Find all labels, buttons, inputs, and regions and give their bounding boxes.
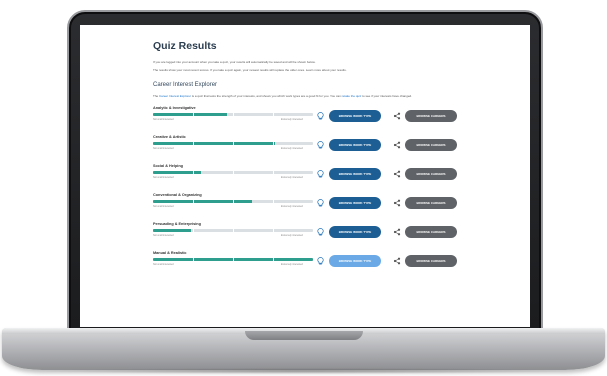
scale-low-label: Not at all interested (153, 234, 174, 237)
share-icon[interactable] (393, 141, 401, 149)
score-bar-tick (193, 200, 194, 203)
share-icon[interactable] (393, 199, 401, 207)
category-label: Persuading & Enterprising (153, 222, 201, 226)
scale-high-label: Extremely interested (281, 176, 303, 179)
score-bar-tick (193, 142, 194, 145)
lightbulb-icon[interactable] (317, 257, 324, 265)
score-bar-tick (233, 258, 234, 261)
score-bar (153, 142, 313, 145)
browse-careers-button[interactable]: BROWSE CAREERS (405, 139, 457, 151)
intro-text-2: The results show your most recent scores… (153, 68, 347, 72)
browse-work-type-button[interactable]: BROWSE WORK TYPE (329, 255, 381, 267)
result-row: Analytic & Investigative Not at all inte… (153, 106, 465, 135)
browse-careers-button[interactable]: BROWSE CAREERS (405, 255, 457, 267)
score-bar-tick (193, 171, 194, 174)
laptop-hinge-notch (245, 331, 363, 340)
score-bar-tick (193, 113, 194, 116)
section-description: The Career Interest Explorer is a quiz t… (153, 94, 413, 98)
browse-careers-button[interactable]: BROWSE CAREERS (405, 168, 457, 180)
scale-high-label: Extremely interested (281, 118, 303, 121)
browse-work-type-button[interactable]: BROWSE WORK TYPE (329, 139, 381, 151)
category-label: Conventional & Organizing (153, 193, 202, 197)
scale-low-label: Not at all interested (153, 118, 174, 121)
share-icon[interactable] (393, 170, 401, 178)
browse-work-type-button[interactable]: BROWSE WORK TYPE (329, 110, 381, 122)
category-label: Manual & Realistic (153, 251, 187, 255)
scale-high-label: Extremely interested (281, 147, 303, 150)
browse-work-type-button[interactable]: BROWSE WORK TYPE (329, 197, 381, 209)
browse-careers-button[interactable]: BROWSE CAREERS (405, 110, 457, 122)
browse-work-type-button[interactable]: BROWSE WORK TYPE (329, 226, 381, 238)
intro-text-1: If you are logged into your account when… (153, 60, 316, 64)
scale-low-label: Not at all interested (153, 147, 174, 150)
score-bar-tick (273, 258, 274, 261)
score-bar-tick (233, 113, 234, 116)
category-label: Creative & Artistic (153, 135, 186, 139)
result-row: Manual & Realistic Not at all interested… (153, 251, 465, 280)
score-bar-tick (273, 113, 274, 116)
score-bar-tick (233, 229, 234, 232)
score-bar-fill (153, 113, 227, 116)
lightbulb-icon[interactable] (317, 141, 324, 149)
section-title: Career Interest Explorer (153, 82, 218, 88)
result-row: Persuading & Enterprising Not at all int… (153, 222, 465, 251)
score-bar-tick (233, 171, 234, 174)
lightbulb-icon[interactable] (317, 112, 324, 120)
page-title: Quiz Results (153, 40, 217, 52)
score-bar-fill (153, 142, 275, 145)
score-bar (153, 229, 313, 232)
quiz-results-page: Quiz Results If you are logged into your… (153, 40, 465, 280)
share-icon[interactable] (393, 228, 401, 236)
score-bar-tick (273, 229, 274, 232)
score-bar-tick (193, 229, 194, 232)
lightbulb-icon[interactable] (317, 170, 324, 178)
share-icon[interactable] (393, 257, 401, 265)
score-bar-tick (273, 142, 274, 145)
score-bar-tick (193, 258, 194, 261)
share-icon[interactable] (393, 112, 401, 120)
lightbulb-icon[interactable] (317, 199, 324, 207)
score-bar (153, 258, 313, 261)
laptop-shadow (30, 368, 577, 374)
scale-high-label: Extremely interested (281, 234, 303, 237)
results-list: Analytic & Investigative Not at all inte… (153, 106, 465, 280)
result-row: Creative & Artistic Not at all intereste… (153, 135, 465, 164)
score-bar-tick (273, 200, 274, 203)
category-label: Social & Helping (153, 164, 183, 168)
score-bar-tick (233, 142, 234, 145)
scale-low-label: Not at all interested (153, 263, 174, 266)
scale-low-label: Not at all interested (153, 205, 174, 208)
category-label: Analytic & Investigative (153, 106, 196, 110)
result-row: Conventional & Organizing Not at all int… (153, 193, 465, 222)
browse-careers-button[interactable]: BROWSE CAREERS (405, 226, 457, 238)
score-bar (153, 113, 313, 116)
score-bar-tick (273, 171, 274, 174)
score-bar (153, 171, 313, 174)
browse-work-type-button[interactable]: BROWSE WORK TYPE (329, 168, 381, 180)
score-bar (153, 200, 313, 203)
lightbulb-icon[interactable] (317, 228, 324, 236)
score-bar-tick (233, 200, 234, 203)
scale-high-label: Extremely interested (281, 205, 303, 208)
result-row: Social & Helping Not at all interested E… (153, 164, 465, 193)
score-bar-fill (153, 200, 253, 203)
scale-low-label: Not at all interested (153, 176, 174, 179)
career-explorer-link[interactable]: Career Interest Explorer (159, 94, 191, 98)
laptop-screen: Quiz Results If you are logged into your… (80, 25, 530, 327)
score-bar-fill (153, 229, 192, 232)
scale-high-label: Extremely interested (281, 263, 303, 266)
browse-careers-button[interactable]: BROWSE CAREERS (405, 197, 457, 209)
retake-quiz-link[interactable]: retake the quiz (342, 94, 362, 98)
